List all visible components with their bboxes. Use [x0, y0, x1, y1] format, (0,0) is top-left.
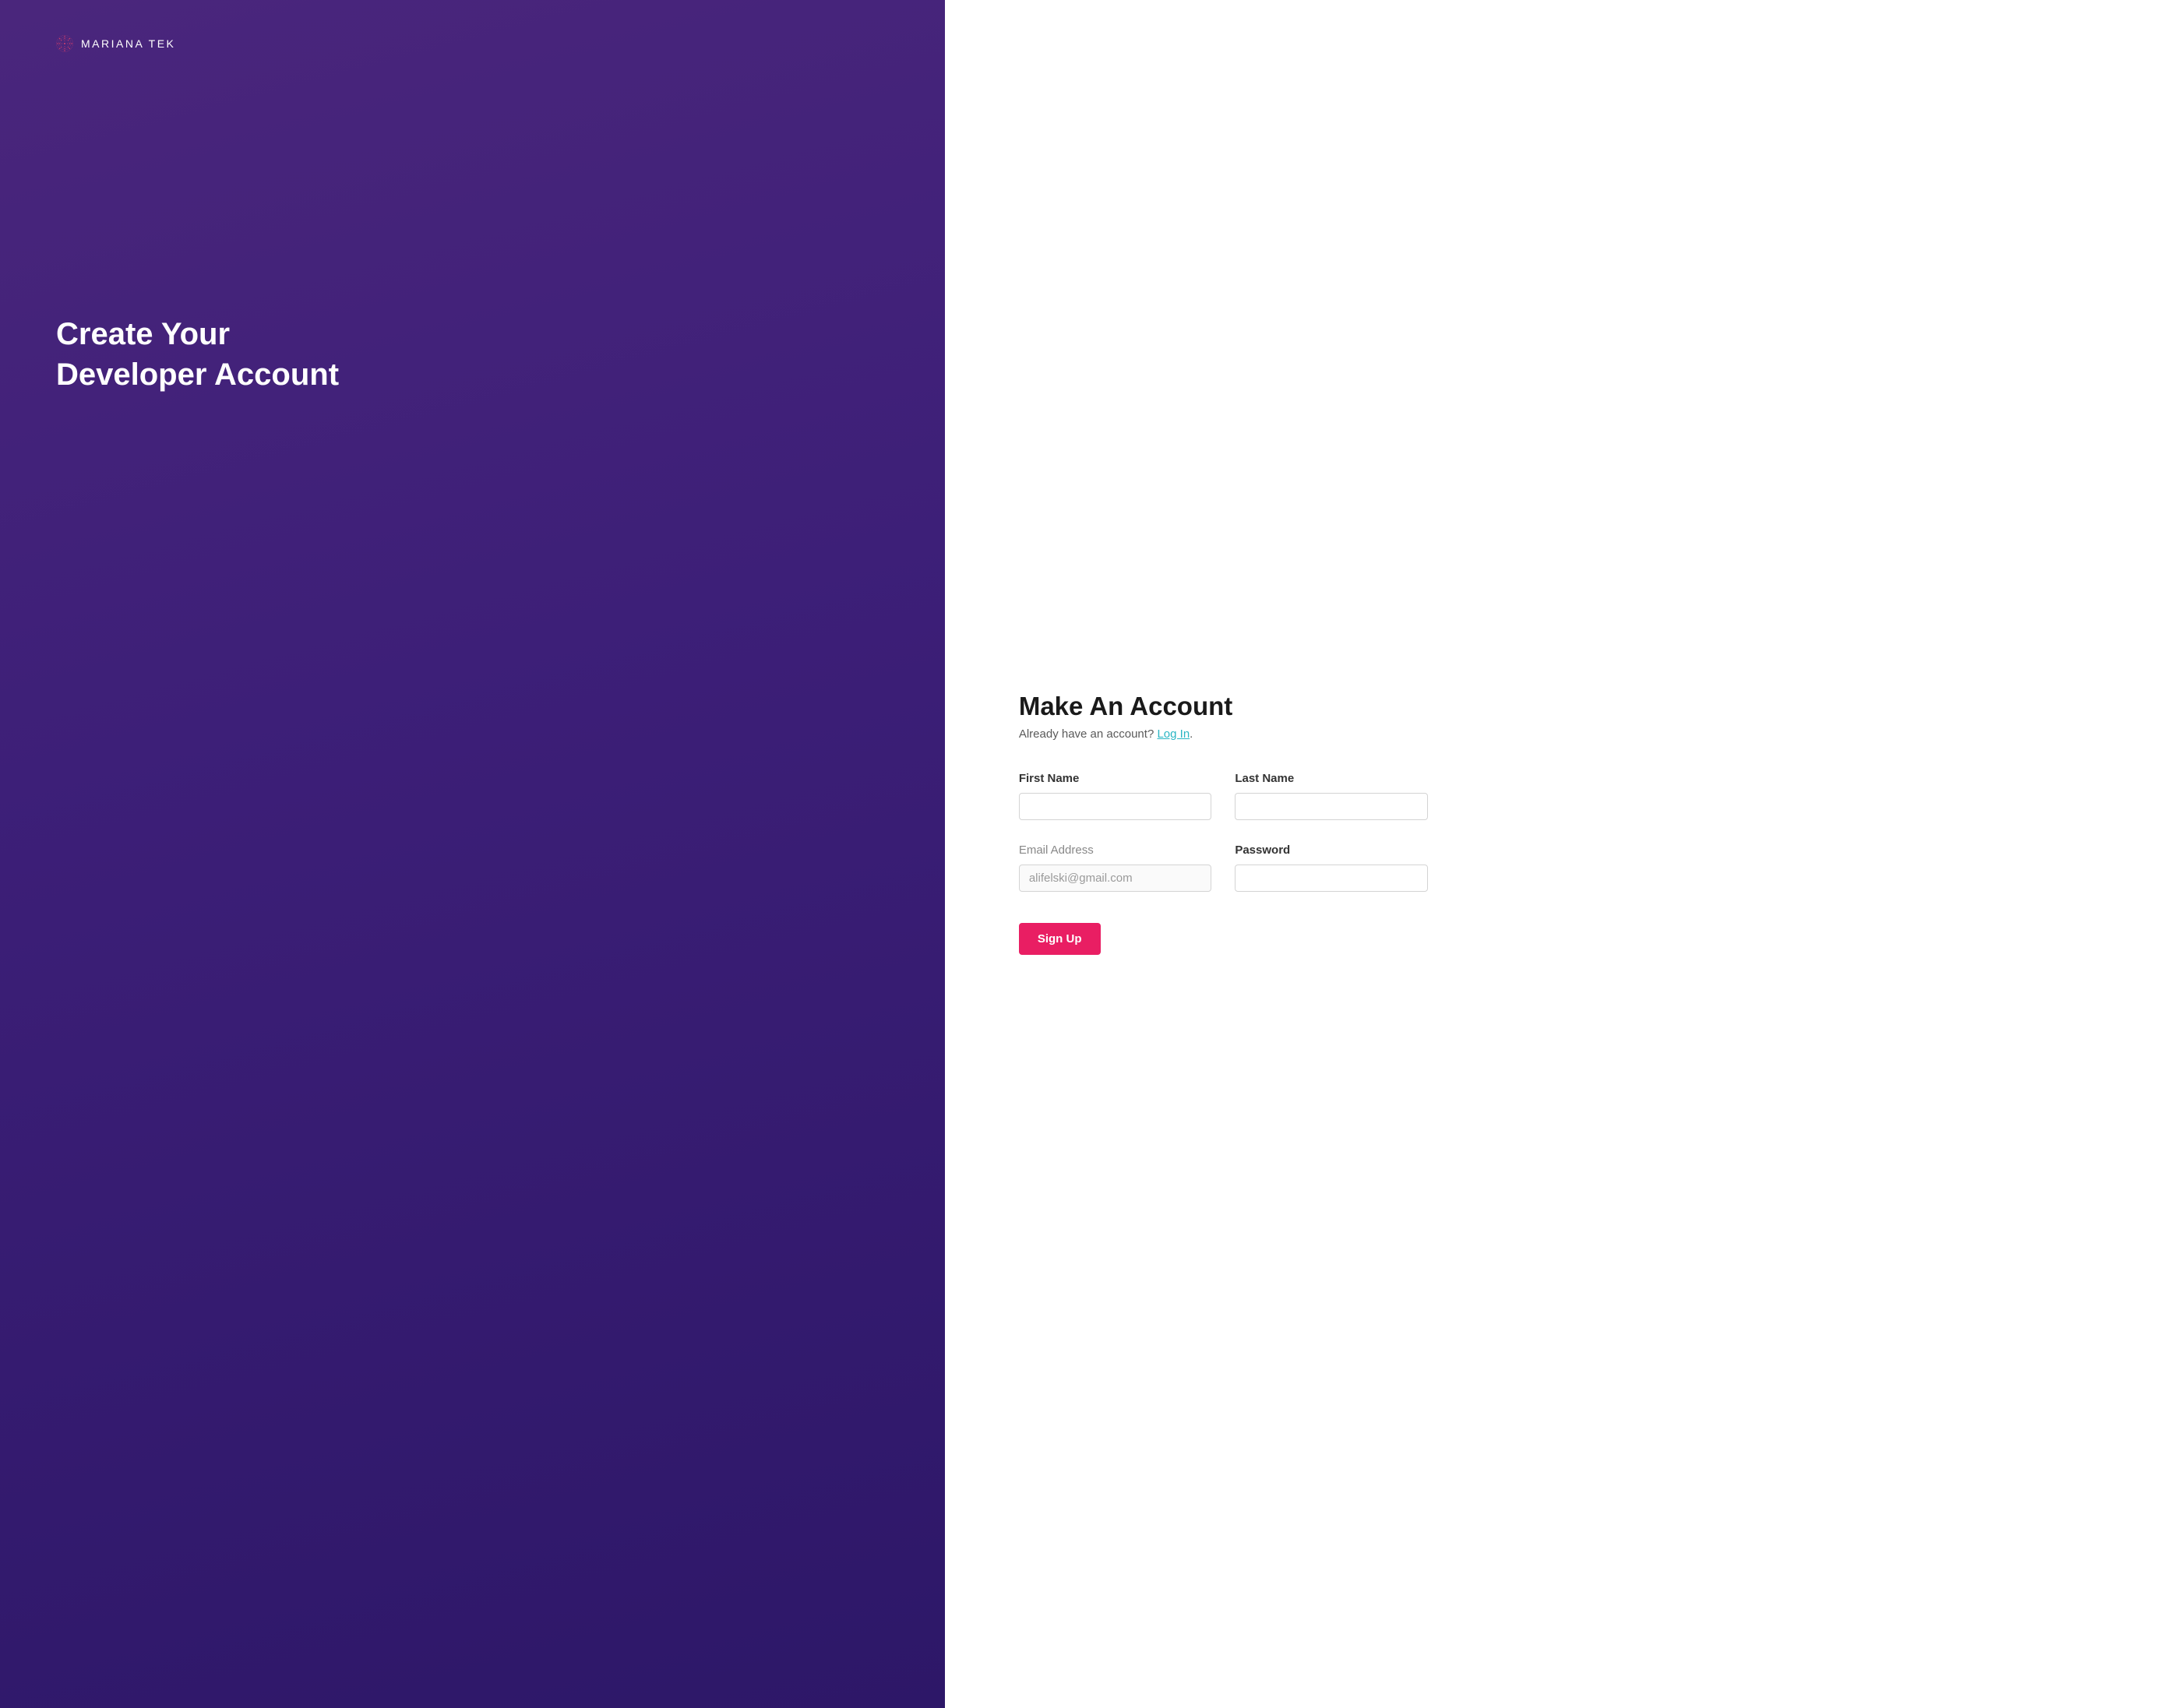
login-link[interactable]: Log In	[1157, 727, 1190, 741]
heading-line-1: Create Your	[56, 317, 230, 351]
password-label: Password	[1235, 843, 1428, 857]
login-prompt: Already have an account? Log In.	[1019, 727, 1428, 741]
password-field-group: Password	[1235, 843, 1428, 892]
last-name-input[interactable]	[1235, 793, 1428, 820]
last-name-label: Last Name	[1235, 772, 1428, 785]
signup-button[interactable]: Sign Up	[1019, 923, 1101, 955]
email-field-group: Email Address	[1019, 843, 1212, 892]
form-fields-grid: First Name Last Name Email Address Passw…	[1019, 772, 1428, 892]
last-name-field-group: Last Name	[1235, 772, 1428, 820]
first-name-input[interactable]	[1019, 793, 1212, 820]
subtext-prefix: Already have an account?	[1019, 727, 1158, 741]
right-panel: Make An Account Already have an account?…	[945, 0, 2182, 1708]
heading-line-2: Developer Account	[56, 357, 339, 392]
first-name-field-group: First Name	[1019, 772, 1212, 820]
password-input[interactable]	[1235, 865, 1428, 892]
left-panel: MARIANA TEK Create Your Developer Accoun…	[0, 0, 945, 1708]
email-input[interactable]	[1019, 865, 1212, 892]
brand-logo-icon	[56, 35, 73, 52]
page-container: MARIANA TEK Create Your Developer Accoun…	[0, 0, 2182, 1708]
logo: MARIANA TEK	[56, 35, 889, 52]
email-label: Email Address	[1019, 843, 1212, 857]
brand-logo-text: MARIANA TEK	[81, 37, 175, 50]
left-panel-heading: Create Your Developer Account	[56, 314, 889, 395]
subtext-suffix: .	[1190, 727, 1193, 741]
first-name-label: First Name	[1019, 772, 1212, 785]
form-heading: Make An Account	[1019, 692, 1428, 721]
signup-form: Make An Account Already have an account?…	[1019, 692, 1428, 955]
